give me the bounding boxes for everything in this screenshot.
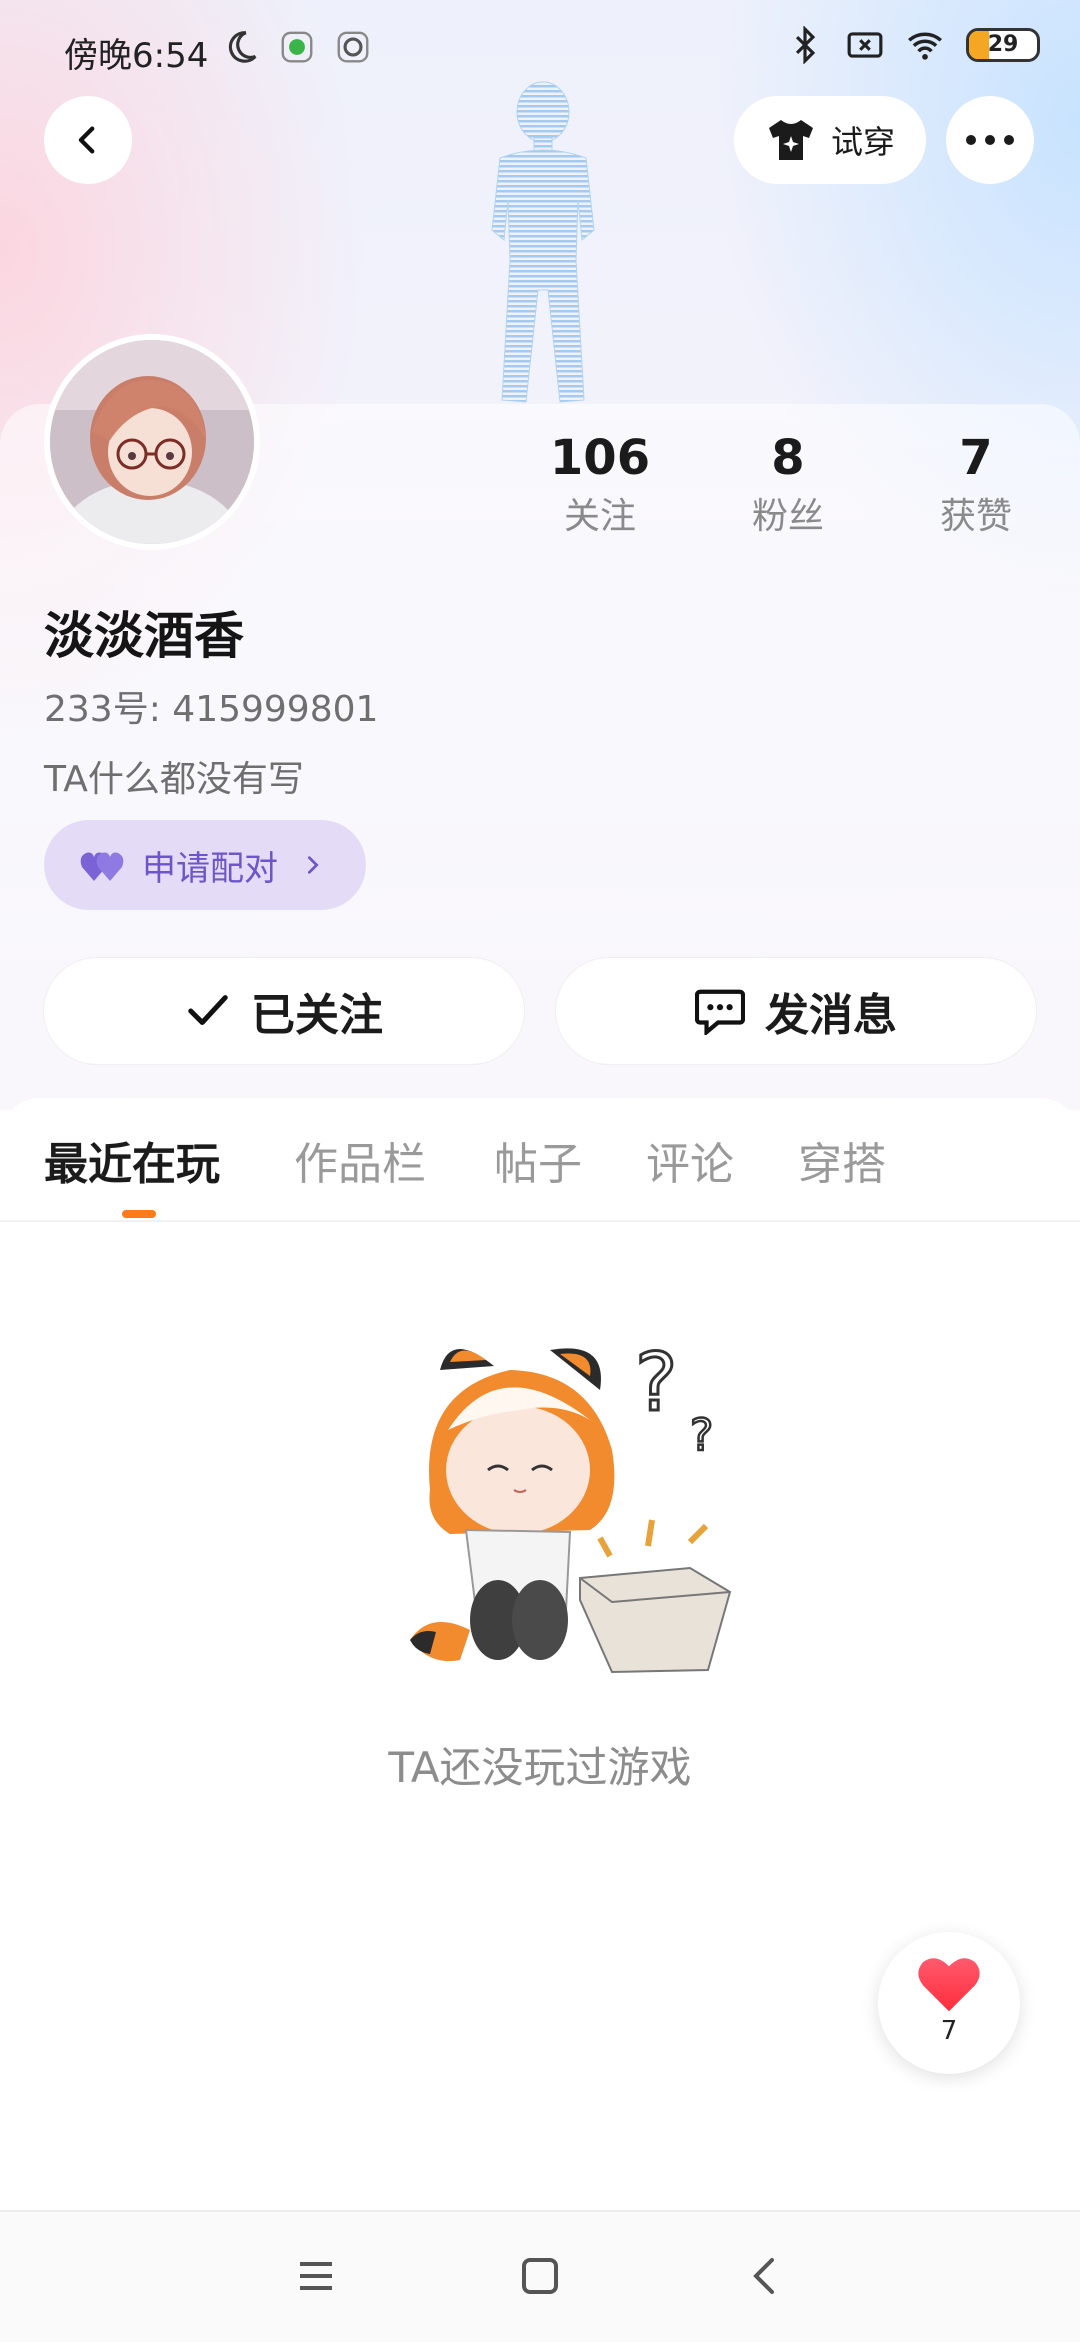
stat-value: 106 <box>549 430 651 486</box>
shirt-icon <box>768 120 813 160</box>
active-tab-indicator <box>122 1210 156 1218</box>
request-pair-button[interactable]: 申请配对 <box>44 820 366 910</box>
send-message-button[interactable]: 发消息 <box>556 958 1036 1064</box>
status-time: 傍晚6:54 <box>64 36 209 76</box>
followed-label: 已关注 <box>251 990 383 1041</box>
home-icon[interactable] <box>516 2252 564 2300</box>
request-pair-label: 申请配对 <box>142 848 278 889</box>
try-on-button[interactable]: 试穿 <box>734 96 926 184</box>
stat-value: 7 <box>959 430 993 486</box>
more-button[interactable] <box>946 96 1034 184</box>
profile-stats: 106 关注 8 粉丝 7 获赞 <box>520 428 1060 548</box>
bluetooth-icon <box>795 26 816 64</box>
bio: TA什么都没有写 <box>44 759 304 800</box>
tab-comments[interactable]: 评论 <box>646 1128 734 1192</box>
heart-icon <box>918 1958 980 2012</box>
empty-state-illustration: ? ? <box>410 1335 732 1674</box>
tab-works[interactable]: 作品栏 <box>294 1128 426 1192</box>
user-id: 233号: 415999801 <box>44 689 379 730</box>
battery-level: 29 <box>987 32 1019 57</box>
try-on-label: 试穿 <box>830 123 895 161</box>
tab-posts[interactable]: 帖子 <box>494 1128 582 1192</box>
app-notification-icon <box>337 31 369 63</box>
like-button[interactable]: 7 <box>878 1932 1020 2074</box>
tab-recently-played[interactable]: 最近在玩 <box>44 1128 220 1192</box>
stat-label: 粉丝 <box>751 496 824 537</box>
svg-text:?: ? <box>690 1410 713 1461</box>
chevron-right-icon <box>307 856 319 874</box>
svg-text:?: ? <box>635 1336 677 1429</box>
divider <box>0 1220 1080 1222</box>
chat-bubble-icon <box>695 989 745 1035</box>
tab-outfits[interactable]: 穿搭 <box>798 1128 886 1192</box>
back-button[interactable] <box>44 96 132 184</box>
status-bar: 傍晚6:54 29 <box>0 0 1080 100</box>
stat-likes[interactable]: 7 获赞 <box>896 428 1056 542</box>
avatar[interactable] <box>44 334 260 550</box>
wifi-icon <box>908 32 942 60</box>
stat-label: 关注 <box>563 496 636 537</box>
moon-icon <box>228 31 257 63</box>
like-count: 7 <box>940 2016 958 2046</box>
back-nav-icon[interactable] <box>742 2252 790 2300</box>
avatar-image <box>50 340 254 544</box>
avatar-figure-hologram <box>491 81 595 403</box>
stat-label: 获赞 <box>939 496 1012 537</box>
battery-icon: 29 <box>966 28 1040 62</box>
nickname: 淡淡酒香 <box>44 607 244 665</box>
stat-value: 8 <box>771 430 805 486</box>
send-message-label: 发消息 <box>765 990 897 1041</box>
system-navigation-bar <box>0 2210 1080 2342</box>
sim-off-icon <box>847 32 883 58</box>
stat-following[interactable]: 106 关注 <box>520 428 680 542</box>
app-notification-icon <box>281 31 313 63</box>
menu-icon[interactable] <box>292 2252 340 2300</box>
empty-state-message: TA还没玩过游戏 <box>388 1743 692 1792</box>
chevron-left-icon <box>78 126 95 154</box>
stat-followers[interactable]: 8 粉丝 <box>708 428 868 542</box>
double-heart-icon <box>80 852 124 881</box>
check-icon <box>188 995 228 1025</box>
more-dots-icon <box>966 135 1014 145</box>
followed-button[interactable]: 已关注 <box>44 958 524 1064</box>
